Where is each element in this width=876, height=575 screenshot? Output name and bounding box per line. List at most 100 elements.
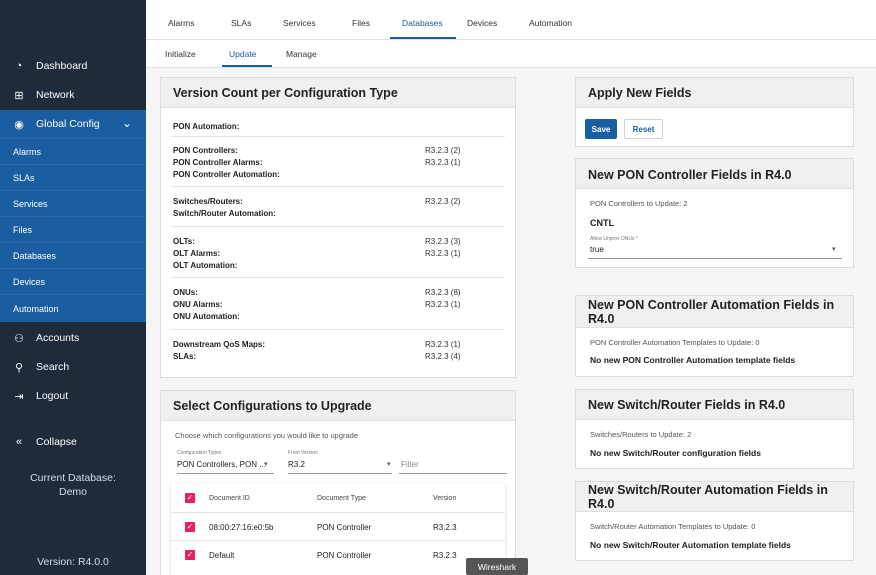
allow-unprov-onus-label: Allow Unprov ONUs * <box>590 236 638 242</box>
tab-databases[interactable]: Databases <box>402 18 443 28</box>
sub-tab-bar: Initialize Update Manage <box>146 40 876 68</box>
chevron-down-icon: ⌄ <box>121 116 132 130</box>
tab-devices[interactable]: Devices <box>467 18 497 28</box>
document-id: 08:00:27:16:e0:5b <box>209 523 274 532</box>
row-checkbox[interactable]: ✓ <box>185 522 195 532</box>
divider <box>171 186 505 187</box>
documents-table: ✓ Document ID Document Type Version ✓ 08… <box>171 483 505 575</box>
filter-underline <box>399 473 507 474</box>
version-count-title: Version Count per Configuration Type <box>161 78 515 108</box>
sidebar-item-network[interactable]: ⊞ Network <box>0 81 146 109</box>
tab-manage[interactable]: Manage <box>286 49 317 59</box>
apply-new-fields-title: Apply New Fields <box>576 78 853 108</box>
document-version: R3.2.3 <box>433 551 457 560</box>
pon-controller-fields-card: New PON Controller Fields in R4.0 PON Co… <box>575 158 854 268</box>
row-label: OLT Automation: <box>173 261 238 270</box>
sidebar-sub-alarms[interactable]: Alarms <box>0 138 146 164</box>
table-header: ✓ Document ID Document Type Version <box>171 483 505 513</box>
switch-router-automation-card: New Switch/Router Automation Fields in R… <box>575 481 854 561</box>
sidebar-item-label: Accounts <box>36 332 80 344</box>
top-tab-bar: Alarms SLAs Services Files Databases Dev… <box>146 0 876 40</box>
active-subtab-indicator <box>222 65 272 67</box>
sidebar-item-logout[interactable]: ⇥ Logout <box>0 382 146 410</box>
sidebar-sub-services[interactable]: Services <box>0 190 146 216</box>
row-label: PON Automation: <box>173 122 240 131</box>
column-header: Document Type <box>317 495 366 502</box>
sidebar-item-label: Global Config <box>36 118 100 130</box>
save-button[interactable]: Save <box>585 119 617 139</box>
tab-initialize[interactable]: Initialize <box>165 49 196 59</box>
apply-new-fields-card: Apply New Fields Save Reset <box>575 77 854 147</box>
chevron-down-icon[interactable]: ▾ <box>832 245 836 253</box>
row-checkbox[interactable]: ✓ <box>185 550 195 560</box>
divider <box>171 277 505 278</box>
row-label: ONU Automation: <box>173 312 240 321</box>
from-version-select[interactable]: R3.2 <box>288 460 305 469</box>
accounts-icon: ⚇ <box>14 332 24 345</box>
sidebar-item-search[interactable]: ⚲ Search <box>0 353 146 381</box>
pon-controllers-count: PON Controllers to Update: 2 <box>590 199 688 208</box>
tab-files[interactable]: Files <box>352 18 370 28</box>
row-value: R3.2.3 (1) <box>425 300 461 309</box>
divider <box>171 226 505 227</box>
allow-unprov-onus-underline <box>588 258 842 259</box>
sidebar-item-dashboard[interactable]: ◔ Dashboard <box>0 52 146 80</box>
row-value: R3.2.3 (1) <box>425 340 461 349</box>
table-row[interactable]: ✓ Default PON Controller R3.2.3 <box>171 541 505 569</box>
sidebar-sub-databases[interactable]: Databases <box>0 242 146 268</box>
collapse-icon: « <box>15 436 23 448</box>
chevron-down-icon[interactable]: ▾ <box>264 460 268 468</box>
from-version-label: From Version <box>288 450 318 456</box>
tab-automation[interactable]: Automation <box>529 18 572 28</box>
divider <box>171 329 505 330</box>
select-configurations-title: Select Configurations to Upgrade <box>161 391 515 421</box>
sidebar-item-label: Logout <box>36 390 69 402</box>
sidebar: ◔ Dashboard ⊞ Network ◉ Global Config ⌄ … <box>0 0 146 575</box>
active-tab-indicator <box>390 37 456 39</box>
pon-controller-automation-title: New PON Controller Automation Fields in … <box>576 296 853 328</box>
tab-services[interactable]: Services <box>283 18 316 28</box>
divider <box>171 136 505 137</box>
switch-router-message: No new Switch/Router configuration field… <box>590 448 761 458</box>
sidebar-item-accounts[interactable]: ⚇ Accounts <box>0 324 146 352</box>
row-value: R3.2.3 (8) <box>425 288 461 297</box>
select-all-checkbox[interactable]: ✓ <box>185 493 195 503</box>
wireshark-tooltip: Wireshark <box>466 558 528 575</box>
current-database-value: Demo <box>58 486 87 498</box>
row-label: ONUs: <box>173 288 198 297</box>
select-configurations-card: Select Configurations to Upgrade Choose … <box>160 390 516 575</box>
sidebar-sub-files[interactable]: Files <box>0 216 146 242</box>
allow-unprov-onus-select[interactable]: true <box>590 245 604 254</box>
tab-alarms[interactable]: Alarms <box>168 18 194 28</box>
reset-button[interactable]: Reset <box>624 119 663 139</box>
tab-update[interactable]: Update <box>229 49 256 59</box>
row-label: OLT Alarms: <box>173 249 221 258</box>
network-icon: ⊞ <box>14 89 24 102</box>
filter-input[interactable]: Filter <box>401 460 419 469</box>
switch-router-fields-title: New Switch/Router Fields in R4.0 <box>576 390 853 420</box>
pon-automation-message: No new PON Controller Automation templat… <box>590 355 796 365</box>
collapse-label: Collapse <box>36 436 77 448</box>
row-value: R3.2.3 (2) <box>425 146 461 155</box>
dashboard-icon: ◔ <box>15 60 23 72</box>
tab-slas[interactable]: SLAs <box>231 18 251 28</box>
switch-router-automation-title: New Switch/Router Automation Fields in R… <box>576 482 853 512</box>
table-row[interactable]: ✓ 08:00:27:16:e0:5b PON Controller R3.2.… <box>171 513 505 541</box>
config-types-select[interactable]: PON Controllers, PON ... <box>177 460 266 469</box>
chevron-down-icon[interactable]: ▾ <box>387 460 391 468</box>
row-value: R3.2.3 (2) <box>425 197 461 206</box>
pon-controller-fields-title: New PON Controller Fields in R4.0 <box>576 159 853 189</box>
sidebar-item-global-config[interactable]: ◉ Global Config ⌄ <box>0 110 146 138</box>
config-types-underline <box>177 473 274 474</box>
row-label: OLTs: <box>173 237 195 246</box>
sidebar-sub-automation[interactable]: Automation <box>0 294 146 322</box>
row-label: Switch/Router Automation: <box>173 209 276 218</box>
sidebar-sub-devices[interactable]: Devices <box>0 268 146 294</box>
document-type: PON Controller <box>317 523 372 532</box>
row-label: PON Controller Automation: <box>173 170 280 179</box>
document-type: PON Controller <box>317 551 372 560</box>
collapse-button[interactable]: « Collapse <box>0 428 146 456</box>
row-label: SLAs: <box>173 352 197 361</box>
switch-automation-message: No new Switch/Router Automation template… <box>590 540 791 550</box>
sidebar-sub-slas[interactable]: SLAs <box>0 164 146 190</box>
